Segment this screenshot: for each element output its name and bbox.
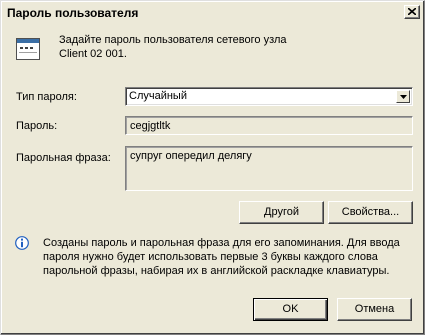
info-icon (15, 236, 29, 250)
ok-button[interactable]: OK (253, 298, 328, 321)
intro-line-2: Client 02 001. (59, 48, 127, 60)
info-text: Созданы пароль и парольная фраза для его… (43, 237, 400, 277)
password-field[interactable]: cegjgtltk (125, 116, 413, 135)
window-title: Пароль пользователя (7, 6, 139, 20)
password-type-value: Случайный (129, 90, 187, 102)
window-icon (16, 38, 40, 60)
intro-text: Задайте пароль пользователя сетевого узл… (59, 33, 389, 61)
phrase-field[interactable]: супруг опередил делягу (125, 146, 413, 191)
phrase-label: Парольная фраза: (16, 152, 111, 164)
password-value: cegjgtltk (130, 120, 171, 132)
title-bar: Пароль пользователя (3, 3, 422, 22)
password-dialog: Пароль пользователя Задайте пароль польз… (0, 0, 425, 335)
chevron-down-icon (400, 95, 407, 99)
properties-button[interactable]: Свойства... (328, 201, 413, 224)
password-type-label: Тип пароля: (16, 91, 77, 103)
phrase-value: супруг опередил делягу (130, 150, 252, 162)
close-button[interactable] (404, 5, 420, 19)
password-type-select[interactable]: Случайный (125, 87, 413, 106)
password-label: Пароль: (16, 120, 58, 132)
other-button[interactable]: Другой (239, 201, 324, 224)
close-icon (408, 8, 416, 15)
intro-line-1: Задайте пароль пользователя сетевого узл… (59, 34, 287, 46)
cancel-button[interactable]: Отмена (337, 298, 412, 321)
dropdown-button[interactable] (396, 90, 410, 103)
